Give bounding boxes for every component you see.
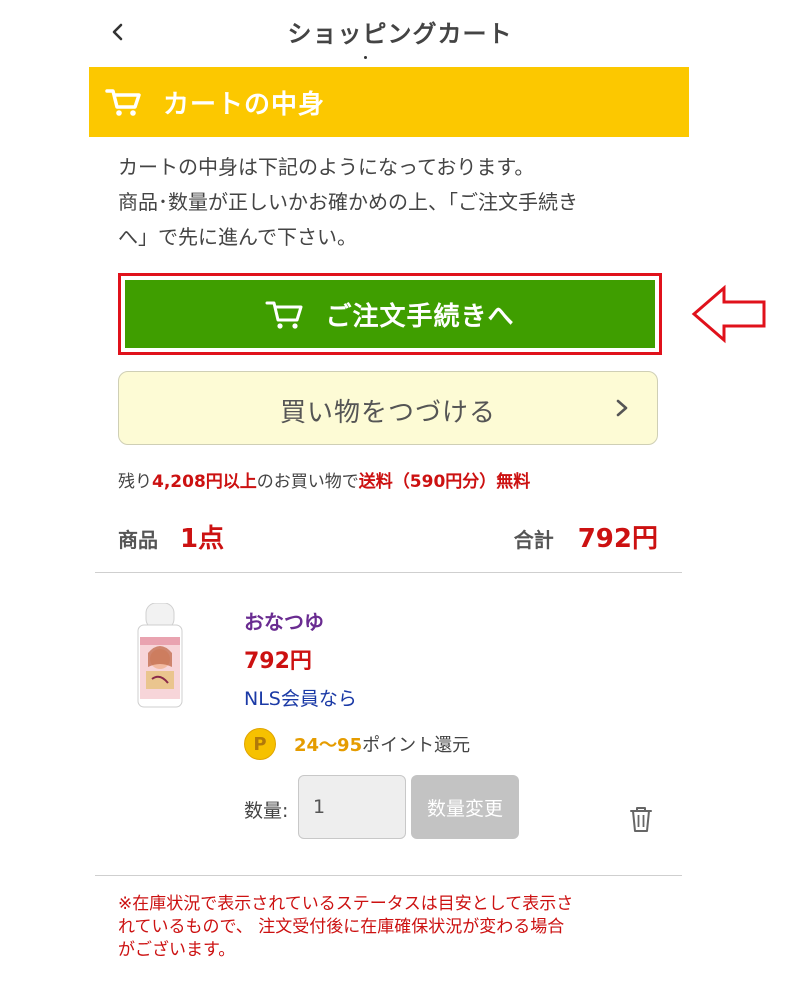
stock-notice-line: がございます。 [118, 940, 236, 960]
points-info: P 24〜95 ポイント還元 [244, 727, 470, 761]
left-arrow-outline-icon [691, 284, 766, 344]
chevron-right-icon [616, 399, 628, 417]
points-range: 24〜95 [294, 735, 363, 756]
order-button-label: ご注文手続きへ [325, 301, 515, 332]
intro-line: へ」で先に進んで下さい。 [118, 225, 357, 249]
continue-shopping-button[interactable]: 買い物をつづける [118, 371, 658, 445]
divider [95, 572, 682, 573]
trash-icon[interactable] [626, 804, 656, 834]
continue-button-label: 買い物をつづける [279, 398, 496, 428]
shipping-remaining-amount: 4,208円以上 [152, 472, 257, 492]
product-price: 792円 [244, 649, 312, 674]
intro-line: カートの中身は下記のようになっております。 [118, 155, 535, 179]
quantity-input[interactable]: 1 [298, 775, 406, 839]
stock-notice-line: ※在庫状況で表示されているステータスは目安として表示さ [118, 894, 574, 914]
items-label: 商品 [118, 528, 158, 552]
shipping-free-label: 送料（590円分）無料 [358, 472, 531, 492]
total-value: 792円 [577, 524, 658, 554]
shipping-middle: のお買い物で [256, 472, 359, 492]
divider [95, 875, 682, 876]
total-label: 合計 [513, 528, 554, 552]
product-name-link[interactable]: おなつゆ [244, 606, 324, 635]
quantity-label: 数量: [244, 800, 289, 822]
cart-summary: 商品 1点 合計 792円 [118, 514, 658, 554]
update-quantity-button[interactable]: 数量変更 [411, 775, 519, 839]
order-button-highlight: ご注文手続きへ [118, 273, 662, 355]
member-link[interactable]: NLS会員なら [244, 684, 357, 711]
app-header: ショッピングカート [0, 0, 800, 64]
cart-icon [105, 87, 141, 117]
stock-notice-line: れているもので、 注文受付後に在庫確保状況が変わる場合 [118, 917, 565, 937]
point-coin-icon: P [244, 728, 276, 760]
cart-section-header: カートの中身 [89, 67, 689, 137]
cart-section-title: カートの中身 [163, 89, 326, 120]
header-dot [364, 56, 367, 59]
stock-notice: ※在庫状況で表示されているステータスは目安として表示さ れているもので、 注文受… [118, 893, 678, 962]
page-title: ショッピングカート [287, 20, 513, 48]
cart-icon [265, 301, 303, 329]
items-count: 1点 [180, 524, 225, 554]
free-shipping-notice: 残り4,208円以上のお買い物で送料（590円分）無料 [118, 467, 530, 492]
proceed-to-checkout-button[interactable]: ご注文手続きへ [125, 280, 655, 348]
points-suffix: ポイント還元 [362, 735, 471, 756]
shipping-prefix: 残り [118, 472, 152, 492]
intro-text: カートの中身は下記のようになっております。 商品･数量が正しいかお確かめの上、「… [118, 150, 678, 255]
product-image[interactable] [132, 603, 188, 709]
intro-line: 商品･数量が正しいかお確かめの上、「ご注文手続き [118, 190, 578, 214]
